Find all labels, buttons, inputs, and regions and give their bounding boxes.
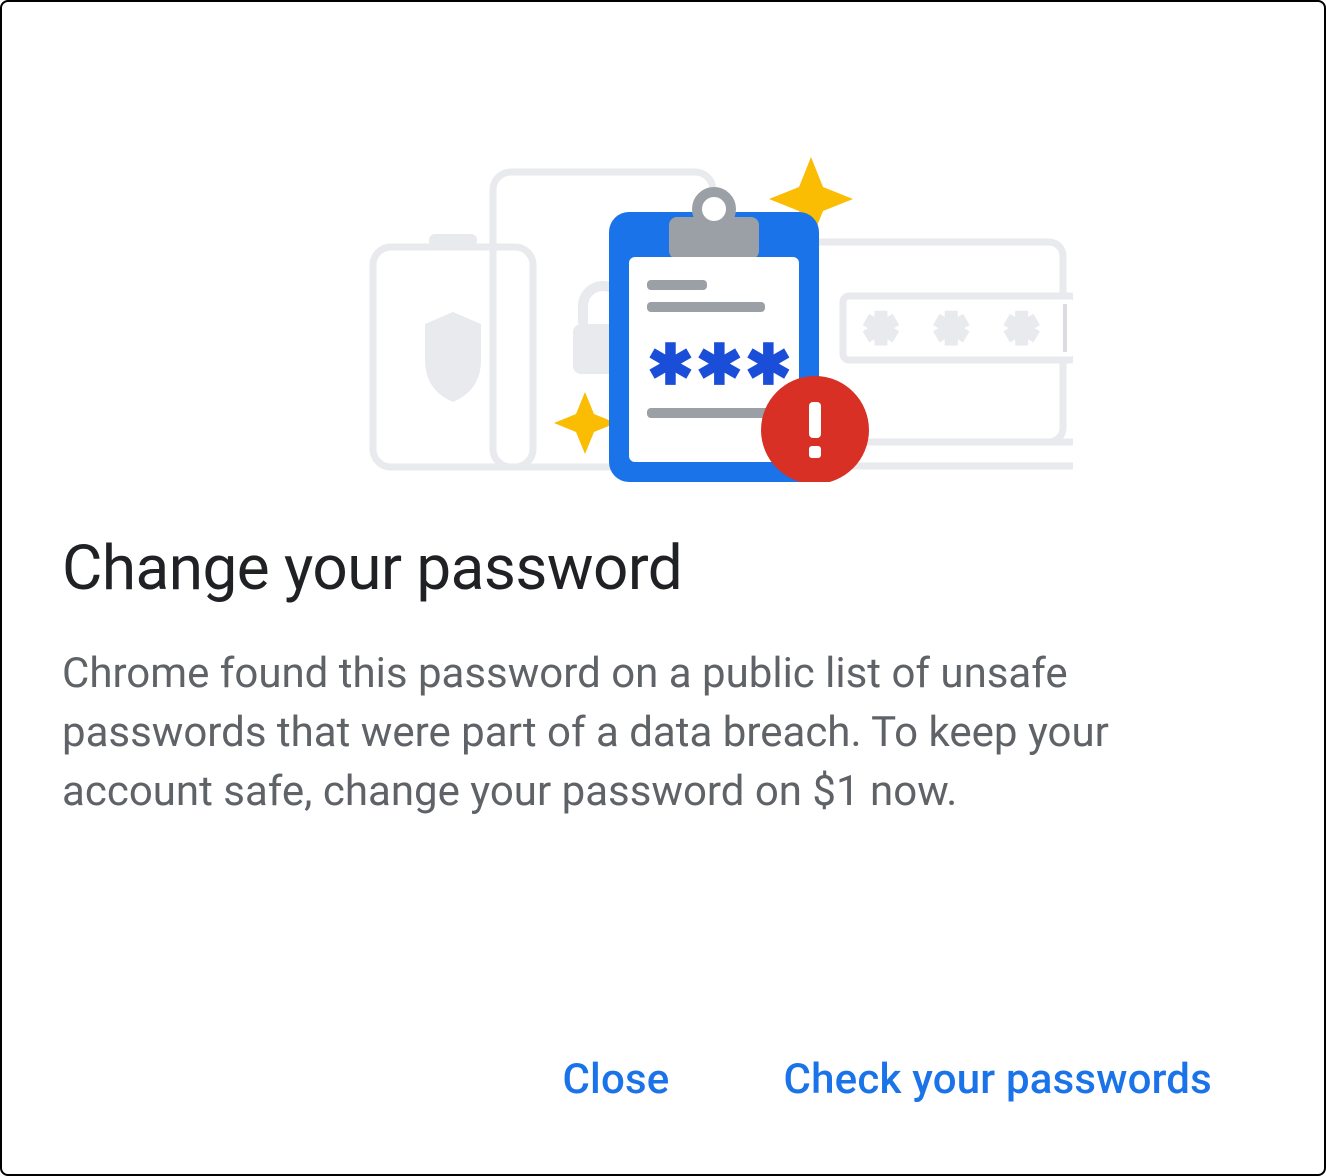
svg-text:✱ ✱ ✱ ✱: ✱ ✱ ✱ ✱ — [865, 309, 1073, 351]
svg-text:✱✱✱: ✱✱✱ — [647, 332, 794, 398]
change-password-dialog: ✱ ✱ ✱ ✱ ✱✱✱ — [2, 2, 1324, 1174]
close-button[interactable]: Close — [550, 1045, 681, 1114]
check-passwords-button[interactable]: Check your passwords — [772, 1045, 1224, 1114]
dialog-body: Chrome found this password on a public l… — [62, 645, 1264, 821]
dialog-title: Change your password — [62, 532, 1264, 605]
dialog-actions: Close Check your passwords — [62, 1015, 1264, 1174]
illustration-svg: ✱ ✱ ✱ ✱ ✱✱✱ — [253, 102, 1073, 482]
password-breach-illustration: ✱ ✱ ✱ ✱ ✱✱✱ — [62, 82, 1264, 502]
